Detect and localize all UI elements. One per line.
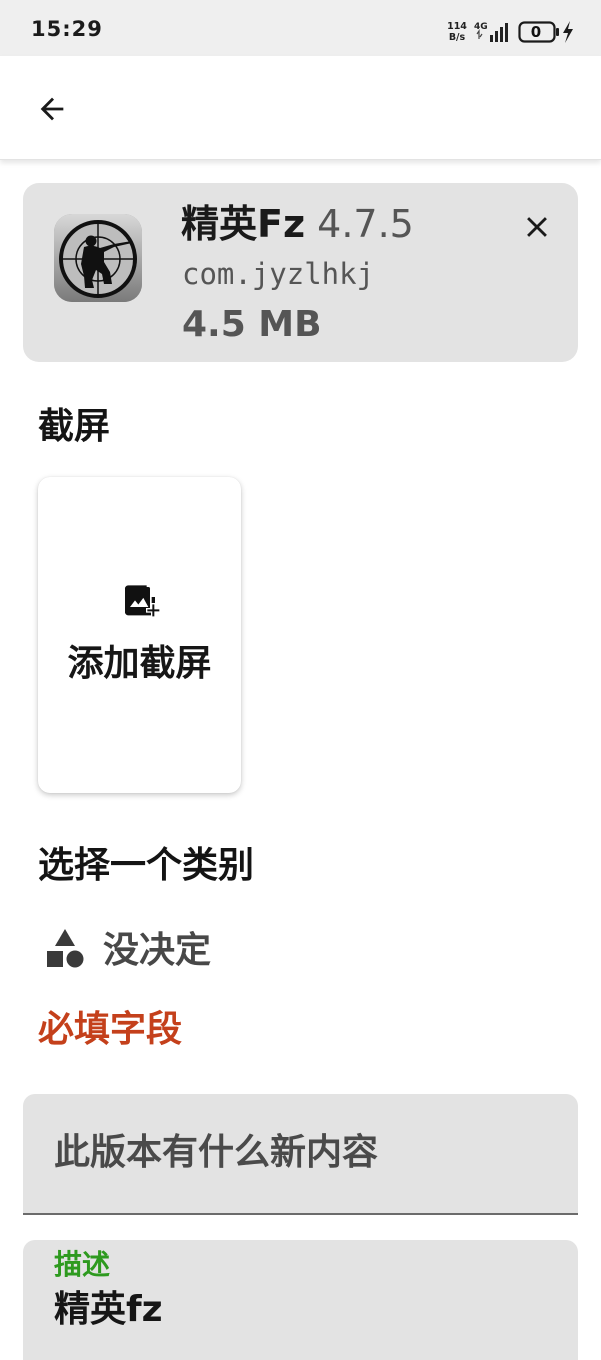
back-button[interactable]	[28, 85, 76, 133]
screenshots-section-title: 截屏	[38, 406, 111, 447]
arrow-back-icon	[40, 97, 64, 121]
description-label: 描述	[54, 1248, 111, 1281]
add-screenshot-label: 添加截屏	[67, 643, 212, 684]
app-name: 精英Fz	[181, 202, 306, 246]
app-bar	[0, 56, 601, 160]
battery-level: 0	[530, 23, 542, 41]
app-version: 4.7.5	[317, 202, 414, 246]
soldier-crosshair-app-icon	[54, 214, 142, 302]
category-value: 没决定	[103, 930, 212, 971]
app-icon	[54, 214, 142, 302]
category-section-title: 选择一个类别	[38, 845, 255, 886]
add-photo-icon	[125, 585, 160, 618]
required-field-error: 必填字段	[38, 1009, 183, 1050]
whats-new-input[interactable]: 此版本有什么新内容	[23, 1094, 578, 1215]
add-screenshot-button[interactable]: 添加截屏	[38, 477, 241, 793]
app-size: 4.5 MB	[182, 304, 322, 345]
app-info-card: 精英Fz 4.7.5 com.jyzlhkj 4.5 MB	[23, 183, 578, 362]
close-button[interactable]	[513, 203, 561, 251]
network-type-label: 4G	[474, 22, 488, 32]
close-icon	[527, 217, 547, 237]
category-selector[interactable]: 没决定	[38, 922, 558, 982]
description-value: 精英fz	[54, 1289, 163, 1330]
app-title: 精英Fz 4.7.5	[181, 201, 414, 247]
category-shapes-icon	[47, 929, 84, 968]
app-package-name: com.jyzlhkj	[182, 257, 375, 291]
network-speed-unit: B/s	[448, 32, 466, 43]
description-input[interactable]: 描述 精英fz	[23, 1240, 578, 1360]
status-bar: 15:29 114 B/s 4G 0	[0, 0, 601, 56]
whats-new-placeholder: 此版本有什么新内容	[54, 1132, 379, 1173]
network-speed: 114 B/s	[444, 21, 470, 43]
network-speed-value: 114	[447, 21, 467, 32]
signal-icon: 4G	[474, 22, 508, 42]
status-time: 15:29	[31, 17, 103, 41]
